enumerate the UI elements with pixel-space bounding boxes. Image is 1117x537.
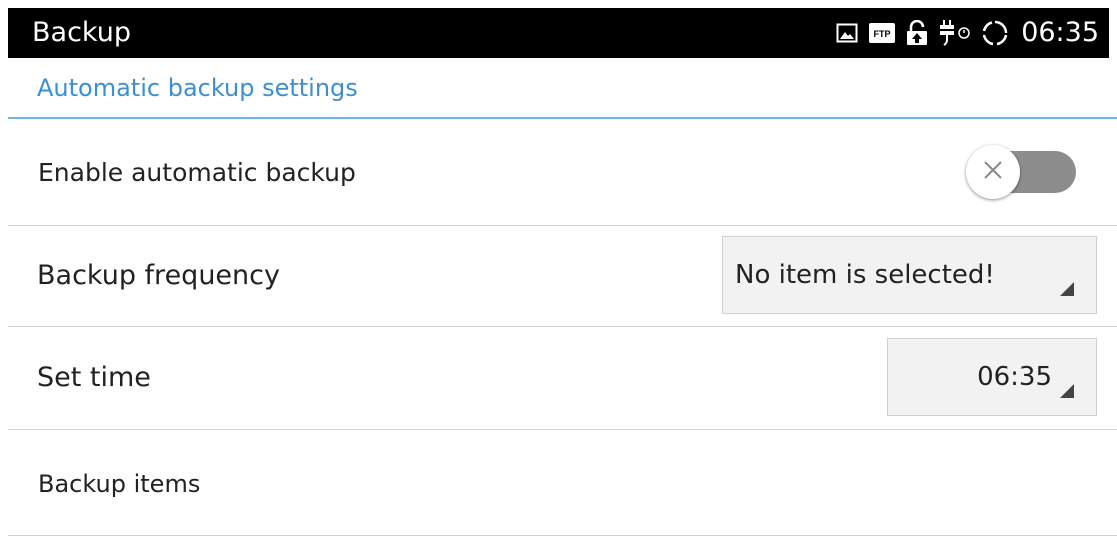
enable-backup-label: Enable automatic backup [38, 158, 356, 187]
backup-items-label[interactable]: Backup items [38, 467, 200, 501]
set-time-label: Set time [37, 362, 151, 393]
close-icon [980, 157, 1006, 187]
sync-icon [982, 20, 1008, 46]
toggle-thumb [966, 145, 1020, 199]
frequency-label: Backup frequency [37, 260, 280, 291]
set-time-dropdown[interactable]: 06:35 [887, 338, 1097, 416]
status-bar-time: 06:35 [1021, 17, 1099, 48]
status-bar: Backup FTP 06:35 [8, 8, 1109, 58]
row-divider [8, 225, 1117, 226]
section-divider [8, 117, 1117, 119]
usb-icon [939, 19, 971, 47]
set-time-value: 06:35 [977, 362, 1052, 392]
row-divider [8, 326, 1117, 327]
frequency-dropdown[interactable]: No item is selected! [722, 236, 1097, 314]
section-header: Automatic backup settings [37, 74, 358, 102]
ftp-icon: FTP [869, 23, 896, 43]
frequency-value: No item is selected! [735, 260, 995, 290]
dropdown-arrow-icon [1060, 384, 1074, 398]
row-divider [8, 535, 1117, 536]
status-icons: FTP 06:35 [836, 16, 1099, 50]
enable-backup-toggle[interactable] [966, 145, 1078, 199]
dropdown-arrow-icon [1060, 282, 1074, 296]
row-divider [8, 429, 1117, 430]
lock-icon [906, 20, 928, 46]
status-bar-title: Backup [32, 17, 131, 48]
picture-icon [836, 22, 858, 44]
ftp-icon-text: FTP [874, 29, 891, 39]
